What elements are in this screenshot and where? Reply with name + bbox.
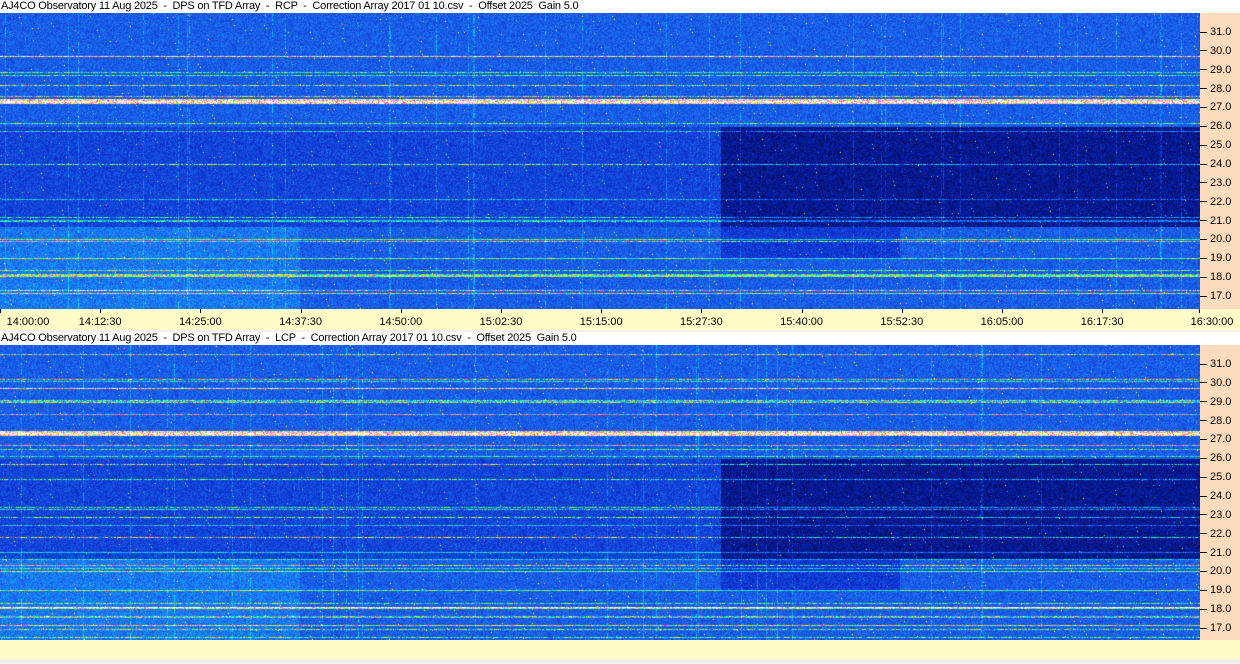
frequency-tick-label: 21.0 — [1200, 547, 1231, 559]
frequency-tick-label: 19.0 — [1200, 584, 1231, 596]
frequency-tick-label: 26.0 — [1200, 120, 1231, 132]
frequency-axis: 31.0 30.0 29.0 28.0 27.0 26.0 25.0 24.0 23.0 22.0… — [1200, 345, 1240, 640]
time-tick — [100, 309, 102, 313]
frequency-tick-label: 22.0 — [1200, 196, 1231, 208]
frequency-tick-label: 25.0 — [1200, 139, 1231, 151]
spectrogram-rcp — [0, 13, 1200, 309]
frequency-tick-label: 18.0 — [1200, 603, 1231, 615]
time-tick-label: 16:30:00 — [1190, 316, 1234, 328]
frequency-tick-label: 26.0 — [1200, 452, 1231, 464]
frequency-tick-label: 30.0 — [1200, 377, 1231, 389]
spectrogram-lcp — [0, 345, 1200, 640]
time-axis — [0, 640, 1240, 659]
frequency-tick-label: 29.0 — [1200, 64, 1231, 76]
frequency-tick-label: 21.0 — [1200, 215, 1231, 227]
frequency-tick-label: 25.0 — [1200, 471, 1231, 483]
frequency-tick-label: 19.0 — [1200, 252, 1231, 264]
time-tick-label: 14:25:00 — [178, 316, 222, 328]
time-tick — [0, 309, 1, 313]
frequency-tick-label: 22.0 — [1200, 528, 1231, 540]
frequency-tick-label: 24.0 — [1200, 158, 1231, 170]
panel-title: AJ4CO Observatory 11 Aug 2025 - DPS on T… — [0, 0, 1240, 13]
time-tick — [1199, 309, 1200, 313]
time-tick — [1002, 309, 1003, 313]
frequency-tick-label: 17.0 — [1200, 622, 1231, 634]
frequency-tick-label: 27.0 — [1200, 101, 1231, 113]
time-tick-label: 16:17:30 — [1080, 316, 1124, 328]
frequency-tick-label: 28.0 — [1200, 415, 1231, 427]
frequency-tick-label: 23.0 — [1200, 177, 1231, 189]
time-tick — [701, 309, 703, 313]
time-tick-label: 14:00:00 — [6, 316, 50, 328]
frequency-tick-label: 28.0 — [1200, 83, 1231, 95]
panel-title: AJ4CO Observatory 11 Aug 2025 - DPS on T… — [0, 332, 1240, 345]
time-tick — [400, 309, 402, 313]
frequency-tick-label: 23.0 — [1200, 509, 1231, 521]
frequency-tick-label: 27.0 — [1200, 433, 1231, 445]
time-axis: 14:00:00 14:12:30 14:25:00 14:37:30 14:50:00… — [0, 309, 1240, 330]
time-tick — [200, 309, 202, 313]
frequency-tick-label: 18.0 — [1200, 271, 1231, 283]
time-tick-label: 14:50:00 — [379, 316, 423, 328]
frequency-tick-label: 31.0 — [1200, 26, 1231, 38]
frequency-tick-label: 29.0 — [1200, 396, 1231, 408]
frequency-tick-label: 24.0 — [1200, 490, 1231, 502]
time-tick-label: 15:52:30 — [880, 316, 924, 328]
time-tick-label: 15:15:00 — [579, 316, 623, 328]
time-tick — [901, 309, 903, 313]
time-tick — [601, 309, 603, 313]
time-tick — [1102, 309, 1104, 313]
time-tick-label: 14:37:30 — [279, 316, 323, 328]
time-tick-label: 15:27:30 — [679, 316, 723, 328]
time-tick — [501, 309, 502, 313]
frequency-tick-label: 31.0 — [1200, 358, 1231, 370]
time-tick-label: 15:40:00 — [780, 316, 824, 328]
frequency-axis: 31.0 30.0 29.0 28.0 27.0 26.0 25.0 24.0 23.0 22.0… — [1200, 13, 1240, 309]
time-tick-label: 14:12:30 — [78, 316, 122, 328]
time-tick-label: 15:02:30 — [479, 316, 523, 328]
frequency-tick-label: 20.0 — [1200, 233, 1231, 245]
frequency-tick-label: 17.0 — [1200, 290, 1231, 302]
frequency-tick-label: 30.0 — [1200, 45, 1231, 57]
frequency-tick-label: 20.0 — [1200, 565, 1231, 577]
time-tick-label: 16:05:00 — [980, 316, 1024, 328]
time-tick — [300, 309, 302, 313]
time-tick — [801, 309, 803, 313]
